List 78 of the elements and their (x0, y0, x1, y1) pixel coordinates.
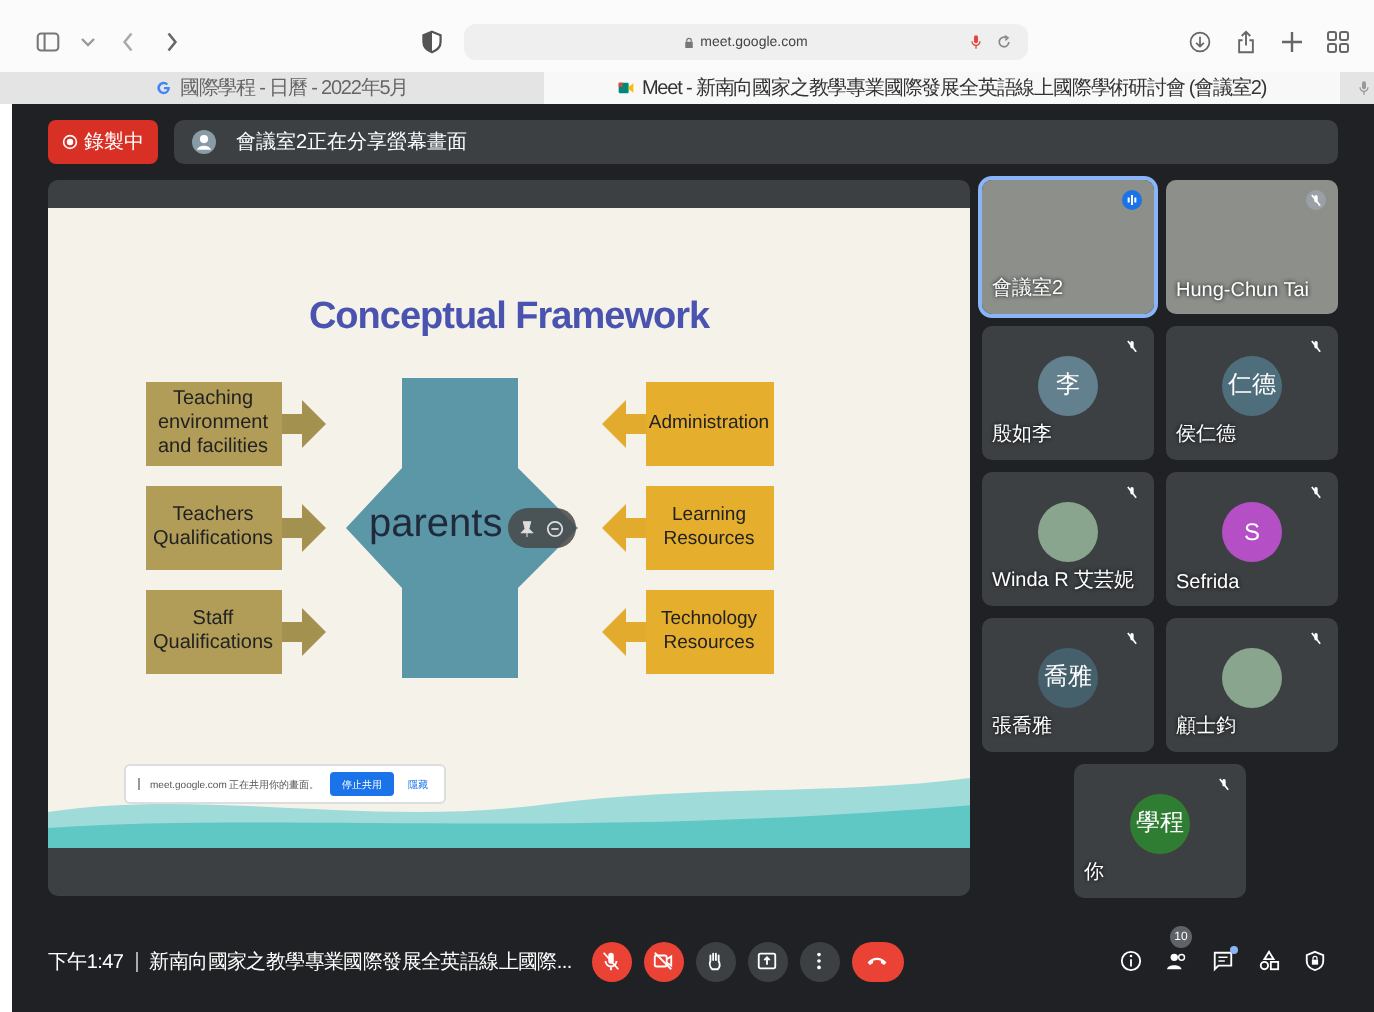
mic-off-icon (1306, 628, 1326, 648)
video-camera-icon (617, 80, 634, 96)
reload-icon[interactable] (996, 34, 1012, 50)
mic-off-icon (1306, 482, 1326, 502)
avatar: 學程 (1130, 793, 1190, 853)
tab-overview-icon[interactable] (1326, 30, 1350, 54)
shield-lock-icon[interactable] (1304, 950, 1326, 972)
clock-time: 下午1:47 (48, 949, 124, 975)
mic-off-icon (1214, 774, 1234, 794)
right-arrow-icon (281, 502, 325, 554)
leave-call-button[interactable] (851, 941, 904, 981)
participant-name: 顧士鈞 (1176, 713, 1236, 740)
slide-title: Conceptual Framework (308, 296, 710, 340)
participant-name: 張喬雅 (992, 713, 1052, 740)
avatar-photo-placeholder (1222, 647, 1282, 707)
mic-off-icon (1306, 190, 1326, 210)
share-icon[interactable] (1234, 30, 1258, 54)
new-tab-icon[interactable] (1280, 30, 1304, 54)
avatar: 李 (1038, 355, 1098, 415)
download-icon[interactable] (1188, 30, 1212, 54)
avatar-photo-placeholder (1038, 501, 1098, 561)
right-arrow-icon (281, 606, 325, 658)
camera-toggle[interactable] (643, 941, 684, 981)
audio-level-icon (1122, 190, 1142, 210)
more-options-button[interactable] (799, 941, 840, 981)
right-arrow-icon (281, 398, 325, 450)
record-icon (62, 134, 78, 150)
info-icon[interactable] (1120, 950, 1142, 972)
present-icon (756, 950, 779, 972)
mic-off-icon (1122, 482, 1142, 502)
camera-off-icon (652, 950, 675, 972)
mic-off-icon (1122, 336, 1142, 356)
left-arrow-icon (601, 606, 645, 658)
participant-name: Hung-Chun Tai (1176, 280, 1310, 302)
mic-off-icon (600, 950, 623, 972)
participant-name: 你 (1084, 860, 1104, 886)
avatar: S (1222, 501, 1282, 561)
people-icon[interactable] (1166, 950, 1188, 972)
person-icon (192, 130, 216, 154)
chat-icon[interactable] (1212, 950, 1234, 972)
sidebar-icon[interactable] (36, 30, 60, 54)
chevron-down-icon[interactable] (80, 34, 96, 50)
mic-off-icon (1306, 336, 1326, 356)
factor-box: Teachers Qualifications (145, 486, 281, 570)
present-button[interactable] (747, 941, 788, 981)
microphone-icon[interactable] (968, 34, 984, 50)
presenting-text: 會議室2正在分享螢幕畫面 (236, 129, 468, 156)
participant-name: Winda R 艾芸妮 (992, 567, 1135, 594)
center-label: parents (369, 502, 503, 548)
resource-box: Technology Resources (645, 590, 773, 674)
participant-name: 會議室2 (992, 275, 1064, 302)
browser-tab[interactable]: Meet - 新南向國家之教學專業國際發展全英語線上國際學術研討會 (會議室2) (544, 72, 1340, 104)
avatar: 仁德 (1222, 355, 1282, 415)
drag-handle-icon[interactable] (138, 778, 140, 790)
participant-name: 殷如李 (992, 421, 1052, 448)
minus-circle-icon[interactable] (546, 519, 564, 537)
left-arrow-icon (601, 398, 645, 450)
browser-tab[interactable]: 國際學程 - 日曆 - 2022年5月 (20, 72, 544, 104)
mic-off-icon (1122, 628, 1142, 648)
resource-box: Administration (645, 382, 773, 466)
microphone-toggle[interactable] (591, 941, 632, 981)
lock-icon (684, 35, 695, 49)
recording-label: 錄製中 (84, 129, 144, 156)
hand-icon (704, 950, 727, 972)
raise-hand-button[interactable] (695, 941, 736, 981)
factor-box: Teaching environment and facilities (145, 382, 281, 466)
participant-name: 侯仁德 (1176, 422, 1236, 448)
participant-name: Sefrida (1176, 572, 1240, 594)
left-arrow-icon (601, 502, 645, 554)
avatar: 喬雅 (1038, 647, 1098, 707)
shapes-icon[interactable] (1258, 950, 1280, 972)
factor-box: Staff Qualifications (145, 590, 281, 674)
google-logo-icon (155, 80, 172, 96)
pin-icon[interactable] (518, 519, 536, 537)
shield-icon[interactable] (420, 30, 444, 54)
floating-controls[interactable] (507, 508, 575, 548)
meeting-title: 新南向國家之教學專業國際發展全英語線上國際... (149, 949, 572, 975)
resource-box: Learning Resources (645, 486, 773, 570)
